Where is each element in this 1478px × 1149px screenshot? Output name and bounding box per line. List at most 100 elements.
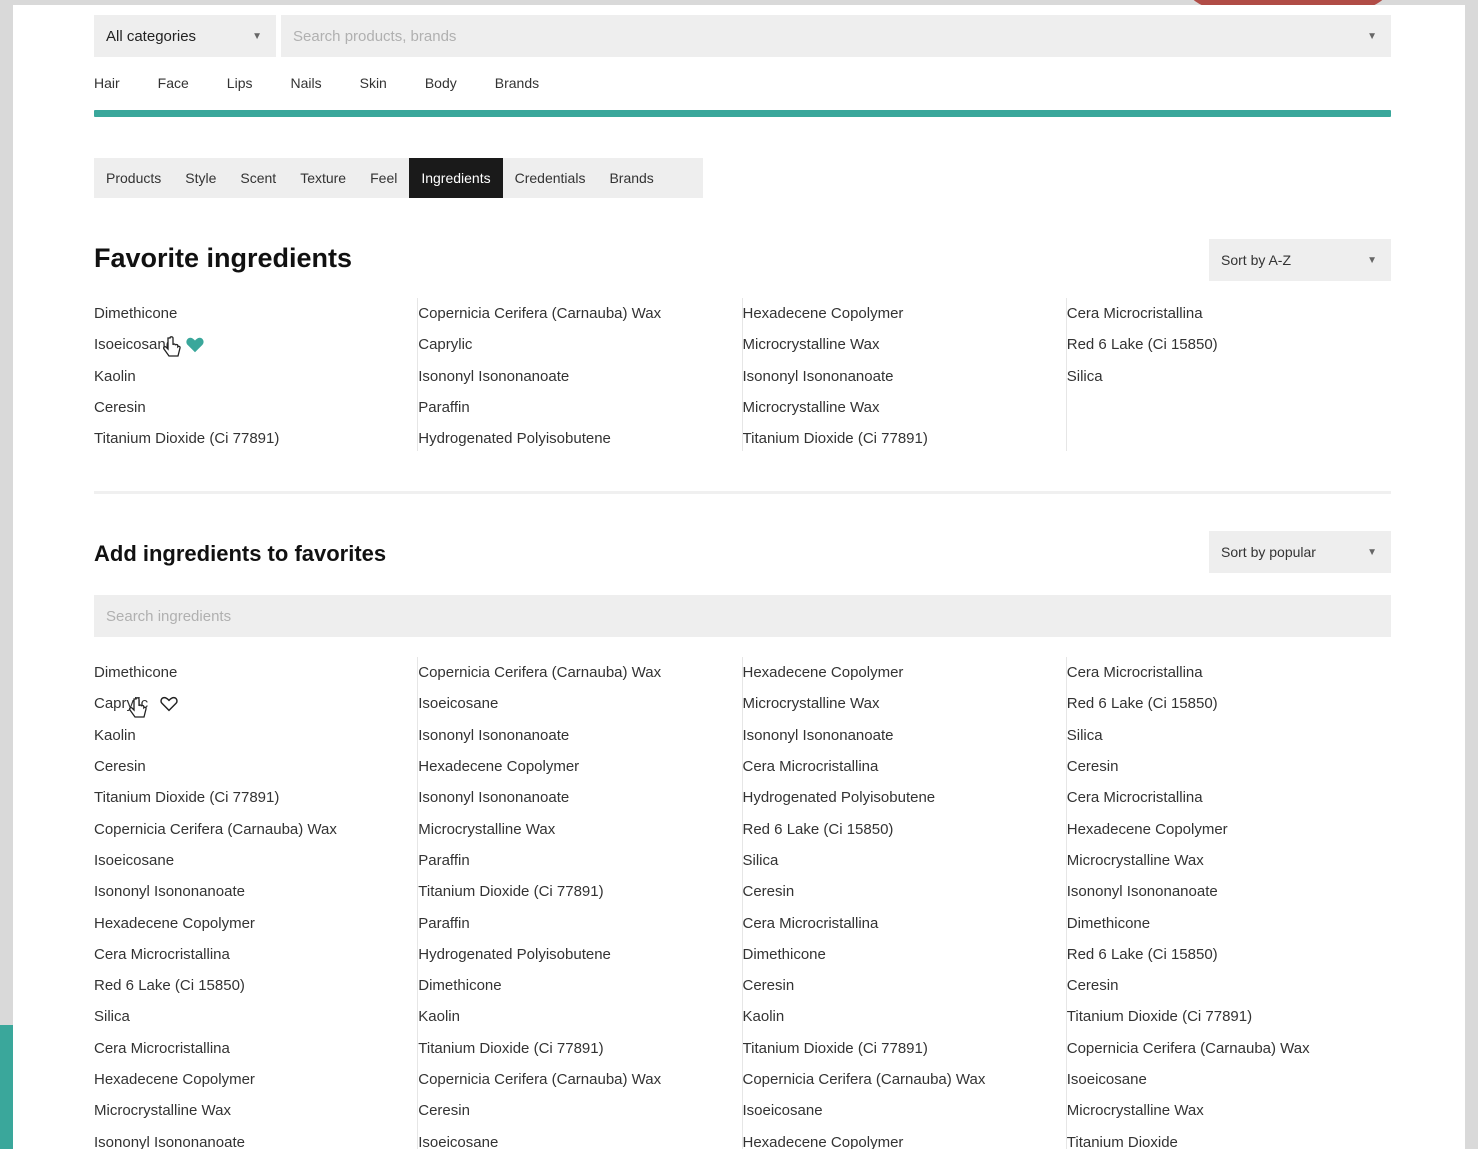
ingredient-item[interactable]: Microcrystalline Wax — [1067, 845, 1381, 876]
ingredient-item[interactable]: Cera Microcristallina — [94, 1033, 407, 1064]
favorites-sort-select[interactable]: Sort by A-Z ▼ — [1209, 239, 1391, 281]
ingredient-item[interactable]: Cera Microcristallina — [1067, 657, 1381, 688]
ingredient-item[interactable]: Isoeicosane — [418, 688, 731, 719]
ingredient-item[interactable]: Kaolin — [418, 1001, 731, 1032]
ingredient-item[interactable]: Hydrogenated Polyisobutene — [743, 782, 1056, 813]
ingredient-item[interactable]: Hexadecene Copolymer — [94, 1064, 407, 1095]
ingredient-item[interactable]: Hydrogenated Polyisobutene — [418, 423, 731, 454]
nav-item[interactable]: Lips — [227, 75, 253, 95]
ingredient-item[interactable]: Isononyl Isononanoate — [418, 782, 731, 813]
ingredient-item[interactable]: Red 6 Lake (Ci 15850) — [94, 970, 407, 1001]
tab-products[interactable]: Products — [94, 158, 173, 198]
nav-item[interactable]: Brands — [495, 75, 539, 95]
ingredient-item[interactable]: Isononyl Isononanoate — [1067, 876, 1381, 907]
product-search-input[interactable] — [293, 27, 1379, 45]
ingredient-item[interactable]: Ceresin — [743, 876, 1056, 907]
ingredient-item[interactable]: Dimethicone — [418, 970, 731, 1001]
ingredient-item[interactable]: Microcrystalline Wax — [743, 688, 1056, 719]
ingredient-item[interactable]: Isononyl Isononanoate — [743, 361, 1056, 392]
ingredient-item[interactable]: Silica — [94, 1001, 407, 1032]
ingredient-item[interactable]: Ceresin — [1067, 751, 1381, 782]
ingredient-item[interactable]: Silica — [1067, 361, 1381, 392]
ingredient-item[interactable]: Silica — [743, 845, 1056, 876]
ingredient-item[interactable]: Microcrystalline Wax — [418, 813, 731, 844]
ingredient-item[interactable]: Ceresin — [743, 970, 1056, 1001]
ingredient-item[interactable]: Microcrystalline Wax — [743, 329, 1056, 360]
ingredient-item[interactable]: Copernicia Cerifera (Carnauba) Wax — [1067, 1033, 1381, 1064]
ingredient-item[interactable]: Cera Microcristallina — [1067, 782, 1381, 813]
ingredient-item[interactable]: Copernicia Cerifera (Carnauba) Wax — [418, 298, 731, 329]
tab-style[interactable]: Style — [173, 158, 228, 198]
ingredient-item[interactable]: Copernicia Cerifera (Carnauba) Wax — [418, 1064, 731, 1095]
ingredient-item[interactable]: Hexadecene Copolymer — [743, 1126, 1056, 1149]
ingredient-item[interactable]: Silica — [1067, 720, 1381, 751]
ingredient-item[interactable]: Ceresin — [418, 1095, 731, 1126]
ingredient-item[interactable]: Isoeicosane — [418, 1126, 731, 1149]
ingredient-item[interactable]: Cera Microcristallina — [94, 939, 407, 970]
tab-brands[interactable]: Brands — [597, 158, 665, 198]
ingredient-item[interactable]: Ceresin — [94, 751, 407, 782]
add-sort-select[interactable]: Sort by popular ▼ — [1209, 531, 1391, 573]
tab-credentials[interactable]: Credentials — [503, 158, 598, 198]
ingredient-search-input[interactable] — [106, 607, 1379, 625]
ingredient-item[interactable]: Titanium Dioxide (Ci 77891) — [94, 423, 407, 454]
product-search[interactable]: ▼ — [281, 15, 1391, 57]
ingredient-item[interactable]: Cera Microcristallina — [743, 907, 1056, 938]
ingredient-item[interactable]: Isoeicosane — [94, 845, 407, 876]
ingredient-item[interactable]: Titanium Dioxide (Ci 77891) — [743, 1033, 1056, 1064]
ingredient-item[interactable]: Paraffin — [418, 907, 731, 938]
ingredient-item[interactable]: Microcrystalline Wax — [94, 1095, 407, 1126]
ingredient-item[interactable]: Dimethicone — [1067, 907, 1381, 938]
ingredient-item[interactable]: Titanium Dioxide (Ci 77891) — [418, 876, 731, 907]
ingredient-item[interactable]: Isononyl Isononanoate — [94, 1126, 407, 1149]
nav-item[interactable]: Face — [158, 75, 189, 95]
heart-outline-icon[interactable] — [158, 694, 180, 714]
ingredient-item[interactable]: Caprylic — [418, 329, 731, 360]
ingredient-item[interactable]: Isononyl Isononanoate — [94, 876, 407, 907]
nav-item[interactable]: Hair — [94, 75, 120, 95]
ingredient-item[interactable]: Isononyl Isononanoate — [418, 720, 731, 751]
ingredient-item[interactable]: Isononyl Isononanoate — [418, 361, 731, 392]
ingredient-item[interactable]: Copernicia Cerifera (Carnauba) Wax — [418, 657, 731, 688]
ingredient-item[interactable]: Ceresin — [94, 392, 407, 423]
ingredient-item[interactable]: Paraffin — [418, 845, 731, 876]
ingredient-item[interactable]: Kaolin — [94, 720, 407, 751]
ingredient-item[interactable]: Isononyl Isononanoate — [743, 720, 1056, 751]
nav-item[interactable]: Nails — [290, 75, 321, 95]
ingredient-item[interactable]: Red 6 Lake (Ci 15850) — [1067, 939, 1381, 970]
ingredient-item[interactable]: Dimethicone — [94, 298, 407, 329]
ingredient-item[interactable]: Microcrystalline Wax — [1067, 1095, 1381, 1126]
ingredient-item[interactable]: Cera Microcristallina — [743, 751, 1056, 782]
ingredient-item[interactable]: Hexadecene Copolymer — [743, 657, 1056, 688]
heart-filled-icon[interactable] — [184, 335, 206, 355]
category-select[interactable]: All categories ▼ — [94, 15, 276, 57]
ingredient-item[interactable]: Microcrystalline Wax — [743, 392, 1056, 423]
ingredient-item[interactable]: Titanium Dioxide (Ci 77891) — [743, 423, 1056, 454]
ingredient-item[interactable]: Ceresin — [1067, 970, 1381, 1001]
tab-ingredients[interactable]: Ingredients — [409, 158, 503, 198]
ingredient-item[interactable]: Titanium Dioxide (Ci 77891) — [418, 1033, 731, 1064]
nav-item[interactable]: Skin — [360, 75, 387, 95]
ingredient-item[interactable]: Dimethicone — [94, 657, 407, 688]
ingredient-item[interactable]: Titanium Dioxide (Ci 77891) — [94, 782, 407, 813]
ingredient-item[interactable]: Red 6 Lake (Ci 15850) — [1067, 329, 1381, 360]
ingredient-item[interactable]: Hexadecene Copolymer — [1067, 813, 1381, 844]
ingredient-item[interactable]: Kaolin — [743, 1001, 1056, 1032]
ingredient-item[interactable]: Kaolin — [94, 361, 407, 392]
ingredient-item[interactable]: Hexadecene Copolymer — [94, 907, 407, 938]
ingredient-item[interactable]: Paraffin — [418, 392, 731, 423]
ingredient-item[interactable]: Hexadecene Copolymer — [743, 298, 1056, 329]
ingredient-item[interactable]: Red 6 Lake (Ci 15850) — [1067, 688, 1381, 719]
ingredient-item[interactable]: Titanium Dioxide — [1067, 1126, 1381, 1149]
tab-feel[interactable]: Feel — [358, 158, 409, 198]
ingredient-item[interactable]: Copernicia Cerifera (Carnauba) Wax — [94, 813, 407, 844]
ingredient-item[interactable]: Copernicia Cerifera (Carnauba) Wax — [743, 1064, 1056, 1095]
ingredient-item[interactable]: Dimethicone — [743, 939, 1056, 970]
ingredient-item[interactable]: Titanium Dioxide (Ci 77891) — [1067, 1001, 1381, 1032]
ingredient-item[interactable]: Hexadecene Copolymer — [418, 751, 731, 782]
tab-scent[interactable]: Scent — [228, 158, 288, 198]
ingredient-item[interactable]: Hydrogenated Polyisobutene — [418, 939, 731, 970]
ingredient-item[interactable]: Isoeicosane — [1067, 1064, 1381, 1095]
tab-texture[interactable]: Texture — [288, 158, 358, 198]
ingredient-item[interactable]: Isoeicosane — [94, 329, 407, 360]
